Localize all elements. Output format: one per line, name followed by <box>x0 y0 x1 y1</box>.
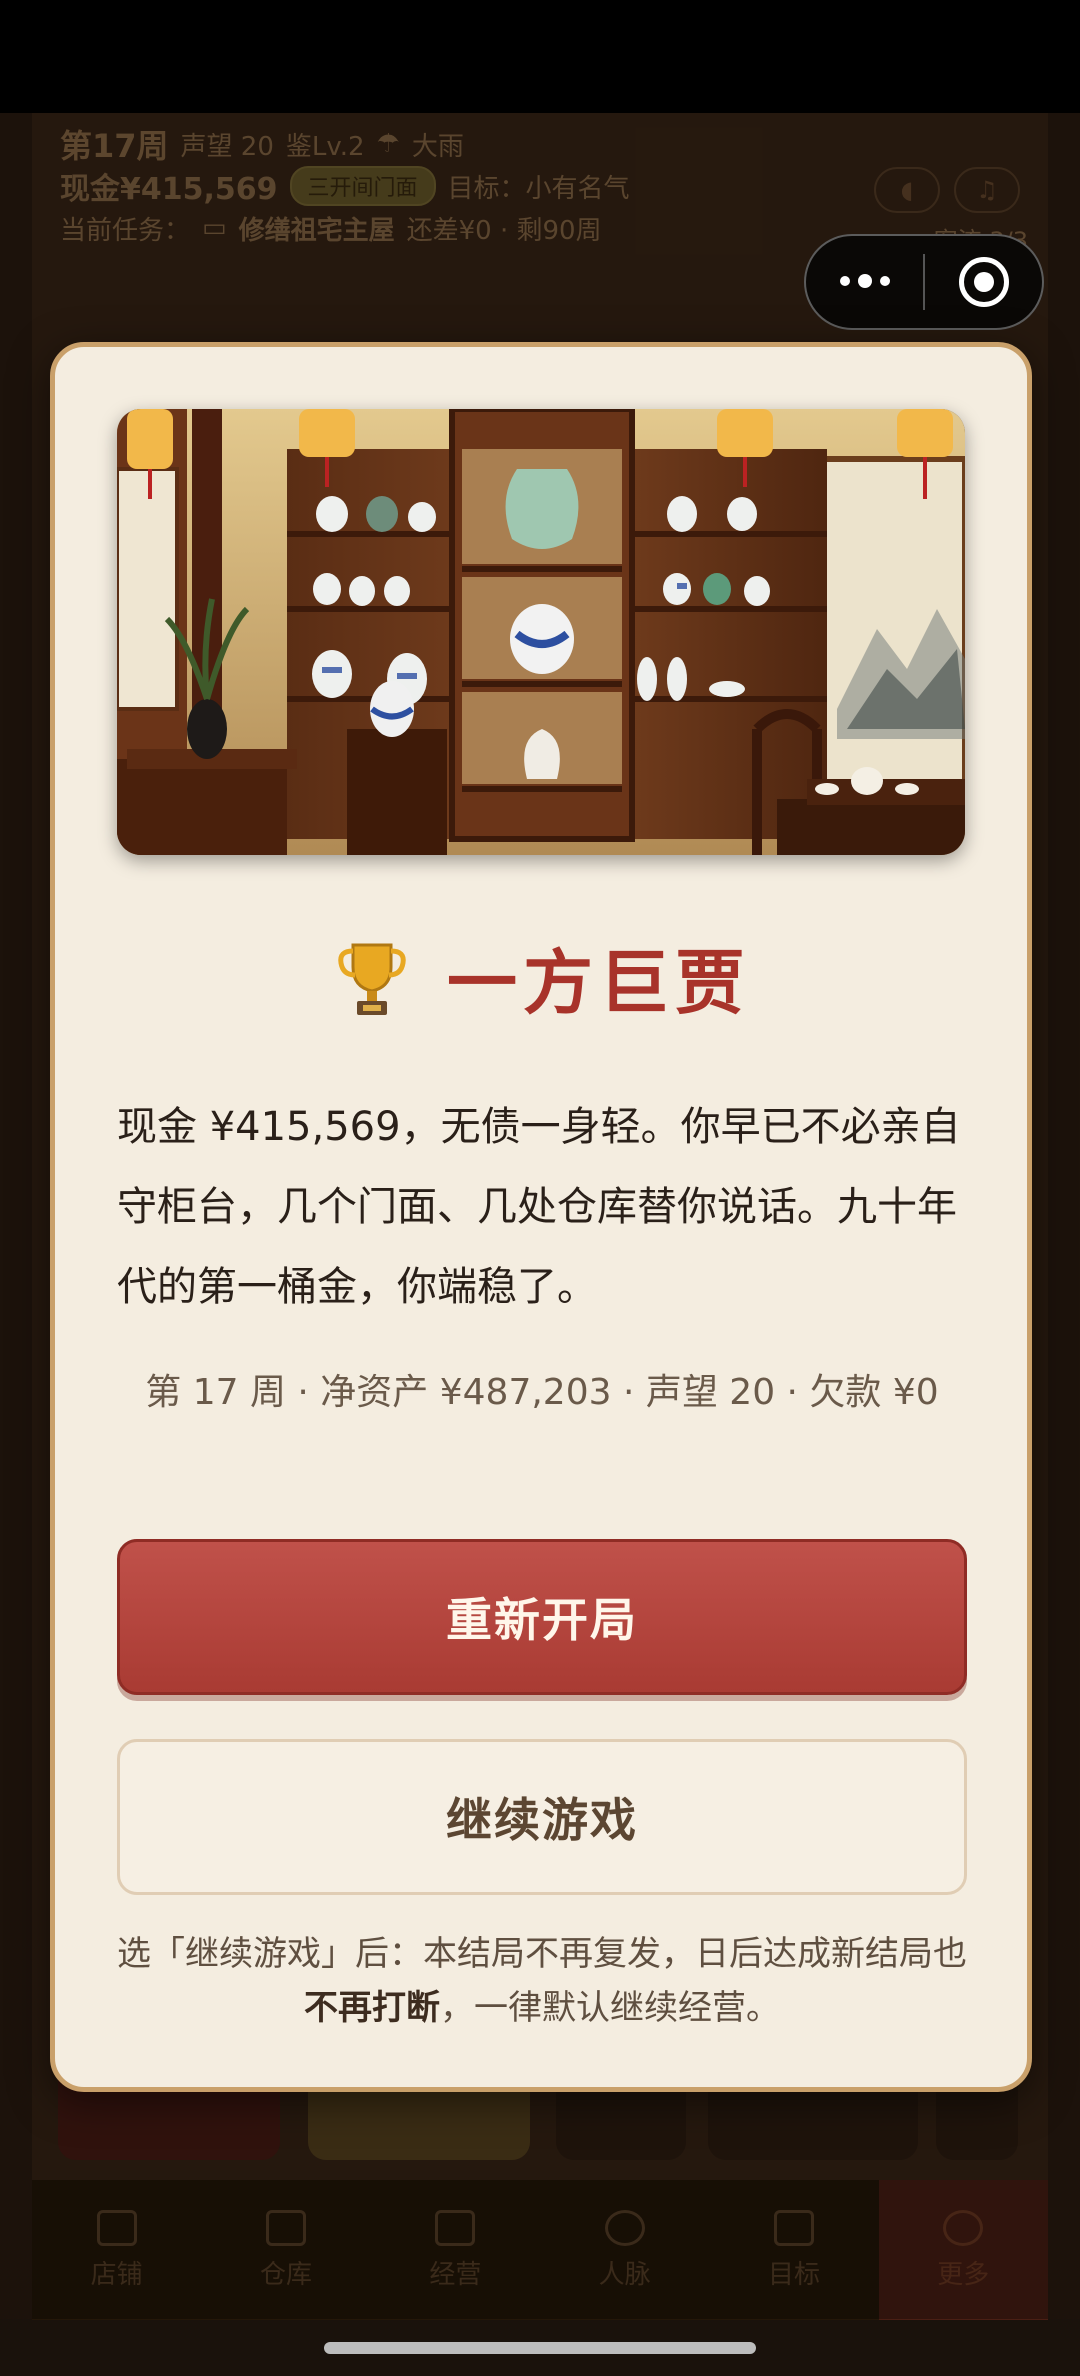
more-dots-icon[interactable] <box>806 274 923 288</box>
trophy-icon <box>338 943 406 1015</box>
antique-shop-illustration <box>117 409 965 855</box>
continue-button[interactable]: 继续游戏 <box>117 1739 967 1895</box>
ending-description: 现金 ¥415,569，无债一身轻。你早已不必亲自守柜台，几个门面、几处仓库替你… <box>117 1104 961 1310</box>
miniprogram-capsule <box>804 234 1044 330</box>
restart-button[interactable]: 重新开局 <box>117 1539 967 1695</box>
ending-title: 一方巨贾 <box>447 941 751 1024</box>
target-close-icon[interactable] <box>925 257 1042 307</box>
ending-stats: 第 17 周 · 净资产 ¥487,203 · 声望 20 · 欠款 ¥0 <box>145 1372 939 1413</box>
ending-title-row: 一方巨贾 <box>55 927 1027 1028</box>
status-bar <box>0 0 1080 113</box>
ending-modal: 一方巨贾 现金 ¥415,569，无债一身轻。你早已不必亲自守柜台，几个门面、几… <box>50 342 1032 2092</box>
home-indicator[interactable] <box>324 2342 756 2354</box>
continue-note: 选「继续游戏」后：本结局不再复发，日后达成新结局也不再打断，一律默认继续经营。 <box>117 1934 967 2028</box>
